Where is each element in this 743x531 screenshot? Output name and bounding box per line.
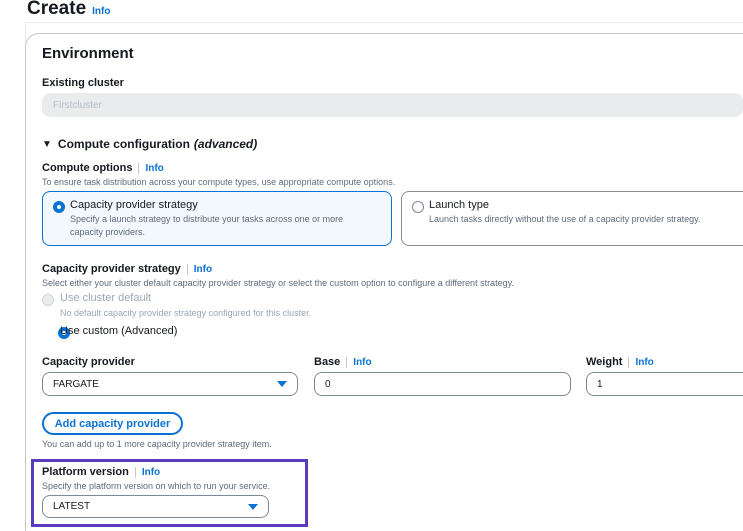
capacity-provider-label: Capacity provider bbox=[42, 356, 135, 368]
add-capacity-provider-label: Add capacity provider bbox=[54, 417, 171, 430]
divider bbox=[134, 466, 136, 478]
compute-config-expander[interactable]: ▼ Compute configuration (advanced) bbox=[42, 137, 257, 151]
caret-down-icon: ▼ bbox=[42, 138, 52, 150]
platform-version-value: LATEST bbox=[53, 501, 91, 512]
strategy-desc: Select either your cluster default capac… bbox=[42, 278, 514, 288]
base-label-row: Base Info bbox=[314, 356, 372, 368]
platform-version-label: Platform version bbox=[42, 466, 129, 478]
compute-config-label: Compute configuration bbox=[57, 137, 190, 151]
capacity-strategy-radio[interactable] bbox=[53, 201, 65, 213]
compute-options-label: Compute options bbox=[42, 162, 133, 174]
compute-options-label-row: Compute options Info bbox=[42, 162, 164, 174]
existing-cluster-label: Existing cluster bbox=[42, 77, 124, 89]
add-provider-hint: You can add up to 1 more capacity provid… bbox=[42, 439, 272, 449]
existing-cluster-field: Firstcluster bbox=[42, 93, 743, 117]
weight-value: 1 bbox=[597, 378, 603, 390]
capacity-provider-select[interactable]: FARGATE bbox=[42, 372, 298, 396]
base-label: Base bbox=[314, 356, 341, 368]
caret-down-icon bbox=[248, 503, 258, 510]
divider bbox=[138, 162, 140, 174]
divider bbox=[186, 263, 188, 275]
capacity-provider-value: FARGATE bbox=[53, 378, 99, 390]
platform-info-link[interactable]: Info bbox=[142, 467, 160, 478]
page-title: Create Info bbox=[27, 0, 110, 20]
base-value: 0 bbox=[325, 378, 331, 390]
tile-launch-desc: Launch tasks directly without the use of… bbox=[429, 214, 701, 224]
strategy-label-row: Capacity provider strategy Info bbox=[42, 263, 212, 275]
strategy-label: Capacity provider strategy bbox=[42, 263, 181, 275]
tile-launch-title: Launch type bbox=[429, 199, 489, 211]
weight-info-link[interactable]: Info bbox=[635, 357, 653, 368]
launch-type-radio[interactable] bbox=[412, 201, 424, 213]
caret-down-icon bbox=[277, 381, 287, 387]
tile-capacity-title: Capacity provider strategy bbox=[70, 199, 198, 211]
compute-config-suffix: (advanced) bbox=[193, 137, 258, 151]
platform-version-select[interactable]: LATEST bbox=[42, 495, 269, 518]
tile-launch-type[interactable]: Launch type Launch tasks directly withou… bbox=[401, 191, 743, 246]
weight-input[interactable]: 1 bbox=[586, 372, 743, 396]
strategy-info-link[interactable]: Info bbox=[194, 264, 212, 275]
page-title-text: Create bbox=[27, 0, 87, 19]
use-cluster-default-radio bbox=[42, 294, 54, 306]
existing-cluster-value: Firstcluster bbox=[53, 99, 102, 111]
weight-label: Weight bbox=[586, 356, 623, 368]
divider bbox=[628, 356, 630, 368]
tile-capacity-desc: Specify a launch strategy to distribute … bbox=[70, 214, 344, 237]
use-cluster-default-desc: No default capacity provider strategy co… bbox=[60, 308, 312, 318]
base-input[interactable]: 0 bbox=[314, 372, 571, 396]
compute-options-desc: To ensure task distribution across your … bbox=[42, 177, 396, 187]
environment-heading: Environment bbox=[42, 45, 134, 62]
use-custom-label[interactable]: Use custom (Advanced) bbox=[60, 325, 177, 337]
base-info-link[interactable]: Info bbox=[353, 357, 371, 368]
weight-label-row: Weight Info bbox=[586, 356, 654, 368]
platform-version-desc: Specify the platform version on which to… bbox=[42, 481, 271, 491]
platform-label-row: Platform version Info bbox=[42, 466, 160, 478]
divider bbox=[346, 356, 348, 368]
tile-capacity-provider-strategy[interactable]: Capacity provider strategy Specify a lau… bbox=[42, 191, 392, 246]
add-capacity-provider-button[interactable]: Add capacity provider bbox=[42, 412, 183, 435]
compute-options-info-link[interactable]: Info bbox=[145, 163, 163, 174]
use-cluster-default-label: Use cluster default bbox=[60, 292, 152, 304]
page-info-link[interactable]: Info bbox=[92, 6, 110, 17]
